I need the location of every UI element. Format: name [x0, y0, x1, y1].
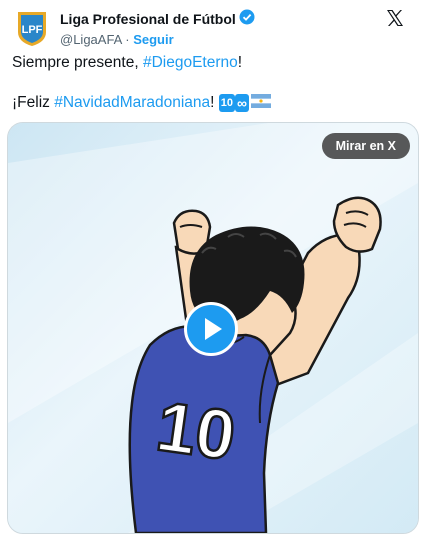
lpf-logo-avatar[interactable]: LPF — [12, 8, 52, 48]
tweet-text-line-2: ¡Feliz #NavidadMaradoniana! 10 ∞ — [12, 93, 411, 113]
watch-on-x-button[interactable]: Mirar en X — [321, 133, 410, 159]
handle-separator: · — [125, 32, 130, 47]
tweet-text: Siempre presente, — [12, 54, 143, 71]
follow-button[interactable]: Seguir — [133, 32, 173, 47]
verified-badge-icon — [239, 9, 255, 29]
infinity-emoji: ∞ — [235, 94, 250, 112]
tweet-text-end: ! — [210, 94, 219, 111]
account-handle[interactable]: @LigaAFA — [60, 32, 122, 47]
tweet-text-end: ! — [237, 54, 243, 71]
display-name[interactable]: Liga Profesional de Fútbol — [60, 10, 236, 28]
play-icon — [205, 318, 222, 340]
tweet-text-line-1: Siempre presente, #DiegoEterno! — [12, 53, 411, 73]
x-logo-icon[interactable] — [385, 8, 405, 28]
svg-text:LPF: LPF — [22, 24, 43, 36]
tweet-text: ¡Feliz — [12, 94, 55, 111]
hashtag-diegoeterno[interactable]: #DiegoEterno — [143, 54, 238, 71]
video-player[interactable]: 10 Mirar en X — [7, 122, 419, 534]
play-button[interactable] — [184, 302, 238, 356]
hashtag-navidadmaradoniana[interactable]: #NavidadMaradoniana — [54, 94, 210, 111]
argentina-flag-icon — [251, 94, 272, 108]
tweet-header: LPF Liga Profesional de Fútbol @LigaAFA … — [12, 8, 411, 48]
ten-emoji: 10 — [218, 94, 236, 112]
jersey-number: 10 — [152, 387, 240, 475]
